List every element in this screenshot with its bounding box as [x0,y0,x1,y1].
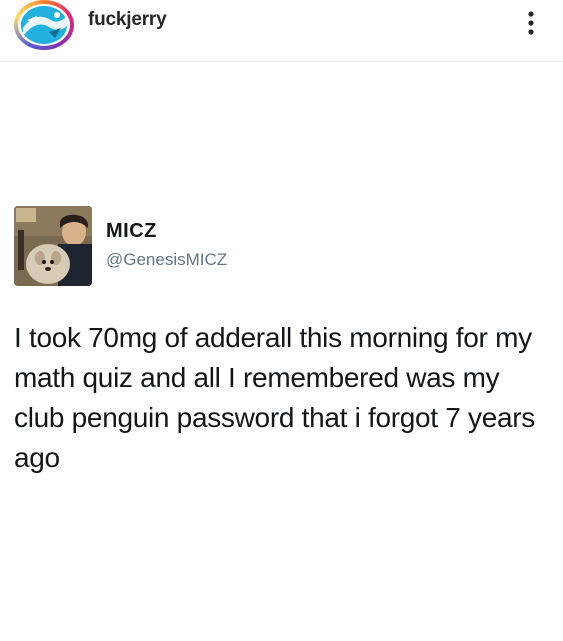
account-avatar[interactable] [14,0,74,50]
tweet-body-text: I took 70mg of adderall this morning for… [14,322,535,473]
avatar-ring-inner [18,4,70,46]
tweet-display-name[interactable]: MICZ [106,220,157,243]
tweet-author-avatar[interactable] [14,206,92,286]
brand-logo-icon [21,6,67,44]
instagram-post: fuckjerry MICZ @GenesisMICZ I took 70mg … [0,0,563,641]
post-header: fuckjerry [0,0,563,62]
account-username[interactable]: fuckjerry [88,9,167,31]
more-vertical-icon[interactable] [523,8,539,38]
tweet-handle[interactable]: @GenesisMICZ [106,250,227,270]
